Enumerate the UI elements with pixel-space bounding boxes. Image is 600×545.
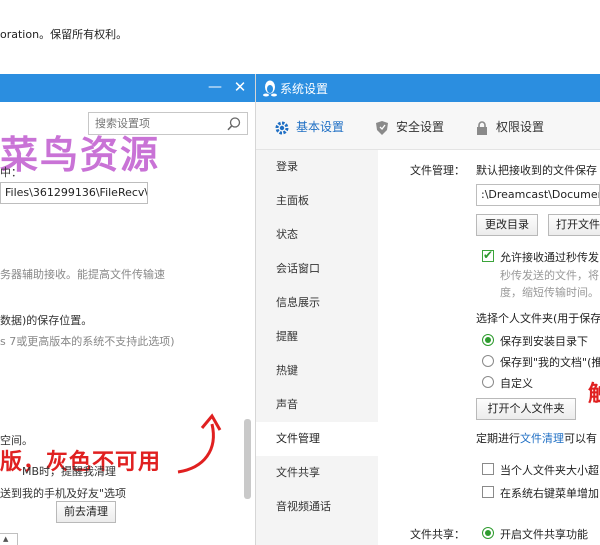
periodic-clean-text: 定期进行文件清理可以有 xyxy=(476,430,597,446)
enable-sharing-label: 开启文件共享功能 xyxy=(500,528,588,541)
choose-folder-text: 选择个人文件夹(用于保存 xyxy=(476,312,600,325)
radio-my-documents[interactable] xyxy=(482,355,494,367)
save-location-text: 数据)的保存位置。 xyxy=(0,314,93,327)
sidebar-item-reminder[interactable]: 提醒 xyxy=(256,320,378,354)
open-personal-folder-button[interactable]: 打开个人文件夹 xyxy=(476,398,576,420)
settings-titlebar: 系统设置 xyxy=(256,74,600,102)
default-save-text: 默认把接收到的文件保存 xyxy=(476,164,597,177)
context-menu-label: 在系统右键菜单增加 xyxy=(500,487,599,500)
radio-install-dir-label: 保存到安装目录下 xyxy=(500,335,588,348)
context-menu-checkbox[interactable] xyxy=(482,486,494,498)
file-clean-link[interactable]: 文件清理 xyxy=(520,432,564,445)
send-option-text: 送到我的手机及好友"选项 xyxy=(0,487,127,500)
sidebar-item-sound[interactable]: 声音 xyxy=(256,388,378,422)
radio-custom-label: 自定义 xyxy=(500,377,533,390)
close-button[interactable]: ✕ xyxy=(232,78,248,96)
sidebar-item-main-panel[interactable]: 主面板 xyxy=(256,184,378,218)
tab-security-settings[interactable]: 安全设置 xyxy=(374,116,444,138)
sidebar-item-file-sharing[interactable]: 文件共享 xyxy=(256,456,378,490)
copyright-text: oration。保留所有权利。 xyxy=(0,28,128,41)
win7-note-text: s 7或更高版本的系统不支持此选项) xyxy=(0,335,175,348)
file-sharing-label: 文件共享： xyxy=(410,528,465,541)
sidebar-item-hotkeys[interactable]: 热键 xyxy=(256,354,378,388)
fast-desc-line1: 秒传发送的文件，将 xyxy=(500,269,599,282)
tab-label: 权限设置 xyxy=(496,120,545,134)
space-text: 空间。 xyxy=(0,434,33,447)
annotation-arrow-icon xyxy=(177,413,222,474)
radio-my-documents-label: 保存到"我的文档"(推 xyxy=(500,356,600,369)
save-path-field[interactable]: :\Dreamcast\Documen xyxy=(476,184,600,206)
annotation-text-right: 触 xyxy=(588,382,600,407)
sidebar-item-chat-window[interactable]: 会话窗口 xyxy=(256,252,378,286)
tab-label: 基本设置 xyxy=(296,120,345,134)
file-management-label: 文件管理： xyxy=(410,164,465,177)
tab-label: 安全设置 xyxy=(396,120,445,134)
receive-path-field[interactable]: Files\361299136\FileRecv\ xyxy=(0,182,148,204)
shield-icon xyxy=(376,120,388,135)
allow-fast-transfer-checkbox[interactable] xyxy=(482,248,494,262)
exceed-size-label: 当个人文件夹大小超 xyxy=(500,464,599,477)
sidebar-item-info-display[interactable]: 信息展示 xyxy=(256,286,378,320)
left-settings-window: — ✕ 菜鸟资源 中： Files\361299136\FileRecv\ 务器… xyxy=(0,74,256,545)
system-settings-window: 系统设置 基本设置 安全设置 权限设置 登录 主面板 状态 会话窗口 信息展示 … xyxy=(256,74,600,545)
allow-fast-transfer-label: 允许接收通过秒传发 xyxy=(500,251,599,264)
tab-basic-settings[interactable]: 基本设置 xyxy=(274,116,344,138)
periodic-suffix: 可以有 xyxy=(564,432,597,445)
radio-install-dir[interactable] xyxy=(482,334,494,346)
tab-permission-settings[interactable]: 权限设置 xyxy=(474,116,544,138)
left-window-titlebar: — ✕ xyxy=(0,74,255,102)
gear-icon xyxy=(275,121,289,134)
change-directory-button[interactable]: 更改目录 xyxy=(476,214,538,236)
radio-custom[interactable] xyxy=(482,376,494,388)
size-stepper[interactable]: ▲ ▼ xyxy=(0,533,18,545)
clear-now-button[interactable]: 前去清理 xyxy=(56,501,116,523)
sidebar-item-login[interactable]: 登录 xyxy=(256,150,378,184)
sidebar-item-file-management[interactable]: 文件管理 xyxy=(256,422,378,456)
lock-icon xyxy=(477,120,487,135)
penguin-icon xyxy=(263,80,277,97)
open-file-button[interactable]: 打开文件 xyxy=(548,214,600,236)
minimize-button[interactable]: — xyxy=(208,78,222,96)
sidebar-item-status[interactable]: 状态 xyxy=(256,218,378,252)
stepper-up-icon[interactable]: ▲ xyxy=(3,535,8,543)
watermark-logo: 菜鸟资源 xyxy=(0,132,161,177)
search-icon[interactable] xyxy=(226,116,242,132)
background-page: oration。保留所有权利。 xyxy=(0,0,600,74)
receive-label: 中： xyxy=(0,166,22,179)
settings-sidebar: 登录 主面板 状态 会话窗口 信息展示 提醒 热键 声音 文件管理 文件共享 音… xyxy=(256,150,378,545)
scrollbar-thumb[interactable] xyxy=(244,419,251,499)
fast-desc-line2: 度，缩短传输时间。 xyxy=(500,286,599,299)
settings-tabs: 基本设置 安全设置 权限设置 xyxy=(256,102,600,150)
window-title: 系统设置 xyxy=(280,82,329,96)
exceed-size-checkbox[interactable] xyxy=(482,463,494,475)
server-assist-text: 务器辅助接收。能提高文件传输速 xyxy=(0,268,165,281)
radio-enable-sharing[interactable] xyxy=(482,527,494,539)
sidebar-item-av-call[interactable]: 音视频通话 xyxy=(256,490,378,524)
mb-remind-text: MB时，提醒我清理 xyxy=(22,465,117,478)
periodic-prefix: 定期进行 xyxy=(476,432,520,445)
